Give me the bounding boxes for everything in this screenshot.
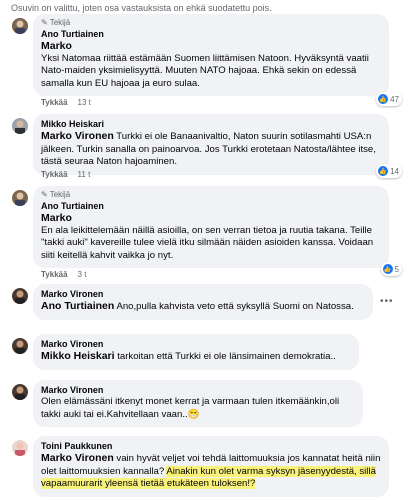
grin-emoji: 😁 xyxy=(187,408,200,420)
comment-bubble: Marko Vironen Mikko Heiskari tarkoitan e… xyxy=(33,334,359,370)
comment-bubble: Marko Vironen Olen elämässäni itkenyt mo… xyxy=(33,380,363,428)
comment-author[interactable]: Marko Vironen xyxy=(41,338,351,350)
author-badge: ✎ Tekijä xyxy=(41,18,71,27)
avatar[interactable] xyxy=(12,118,28,134)
comment-text: tarkoitan että Turkki ei ole länsimainen… xyxy=(114,351,336,362)
author-badge: ✎ Tekijä xyxy=(41,190,71,199)
comment-text: Ano,pulla kahvista veto että syksyllä Su… xyxy=(114,301,354,312)
avatar[interactable] xyxy=(12,338,28,354)
filter-notice: Osuvin on valittu, joten osa vastauksist… xyxy=(11,3,272,13)
pen-icon: ✎ xyxy=(41,190,48,199)
reaction-count[interactable]: 👍 5 xyxy=(380,262,402,276)
comment: Marko Vironen Olen elämässäni itkenyt mo… xyxy=(12,380,402,430)
avatar[interactable] xyxy=(12,440,28,456)
mention[interactable]: Marko xyxy=(41,40,381,53)
avatar[interactable] xyxy=(12,288,28,304)
mention[interactable]: Marko xyxy=(41,212,381,225)
comment: ✎ Tekijä Ano Turtiainen Marko Yksi Natoma… xyxy=(12,14,402,107)
mention[interactable]: Marko Vironen xyxy=(41,130,114,142)
comment-bubble: Mikko Heiskari Marko Vironen Turkki ei o… xyxy=(33,114,389,175)
like-button[interactable]: Tykkää xyxy=(41,98,68,107)
comment-bubble: ✎ Tekijä Ano Turtiainen Marko Yksi Natoma… xyxy=(33,14,389,97)
like-reaction-icon: 👍 xyxy=(378,166,389,176)
mention[interactable]: Mikko Heiskari xyxy=(41,350,115,362)
comment-bubble: Marko Vironen Ano Turtiainen Ano,pulla k… xyxy=(33,284,373,320)
timestamp[interactable]: 3 t xyxy=(78,270,87,279)
comment: ✎ Tekijä Ano Turtiainen Marko En ala leik… xyxy=(12,186,402,282)
comment-bubble: ✎ Tekijä Ano Turtiainen Marko En ala leik… xyxy=(33,186,389,269)
like-button[interactable]: Tykkää xyxy=(41,270,68,279)
comment: Mikko Heiskari Marko Vironen Turkki ei o… xyxy=(12,114,402,184)
avatar[interactable] xyxy=(12,384,28,400)
comment-author[interactable]: Mikko Heiskari xyxy=(41,118,381,130)
like-reaction-icon: 👍 xyxy=(382,264,393,274)
avatar[interactable] xyxy=(12,18,28,34)
comment-author[interactable]: Ano Turtiainen xyxy=(41,200,381,212)
pen-icon: ✎ xyxy=(41,18,48,27)
comment: Marko Vironen Mikko Heiskari tarkoitan e… xyxy=(12,334,402,374)
comment: Marko Vironen Ano Turtiainen Ano,pulla k… xyxy=(12,284,402,324)
reaction-count[interactable]: 👍 14 xyxy=(376,164,402,178)
comment-author[interactable]: Ano Turtiainen xyxy=(41,28,381,40)
avatar[interactable] xyxy=(12,190,28,206)
comment-text: Yksi Natomaa riittää estämään Suomen lii… xyxy=(41,52,369,89)
timestamp[interactable]: 11 t xyxy=(78,170,91,179)
reaction-count[interactable]: 👍 47 xyxy=(376,92,402,106)
comment-author[interactable]: Marko Vironen xyxy=(41,384,355,396)
more-options-icon[interactable]: ••• xyxy=(380,296,394,307)
mention[interactable]: Marko Vironen xyxy=(41,452,114,464)
timestamp[interactable]: 13 t xyxy=(78,98,91,107)
comment-text: En ala leikittelemään näillä asioilla, o… xyxy=(41,224,374,261)
like-reaction-icon: 👍 xyxy=(378,94,389,104)
like-button[interactable]: Tykkää xyxy=(41,170,68,179)
comment-bubble: Toini Paukkunen Marko Vironen vain hyvät… xyxy=(33,436,389,497)
comment: Toini Paukkunen Marko Vironen vain hyvät… xyxy=(12,436,402,500)
mention[interactable]: Ano Turtiainen xyxy=(41,300,114,312)
comment-author[interactable]: Toini Paukkunen xyxy=(41,440,381,452)
comment-author[interactable]: Marko Vironen xyxy=(41,288,365,300)
